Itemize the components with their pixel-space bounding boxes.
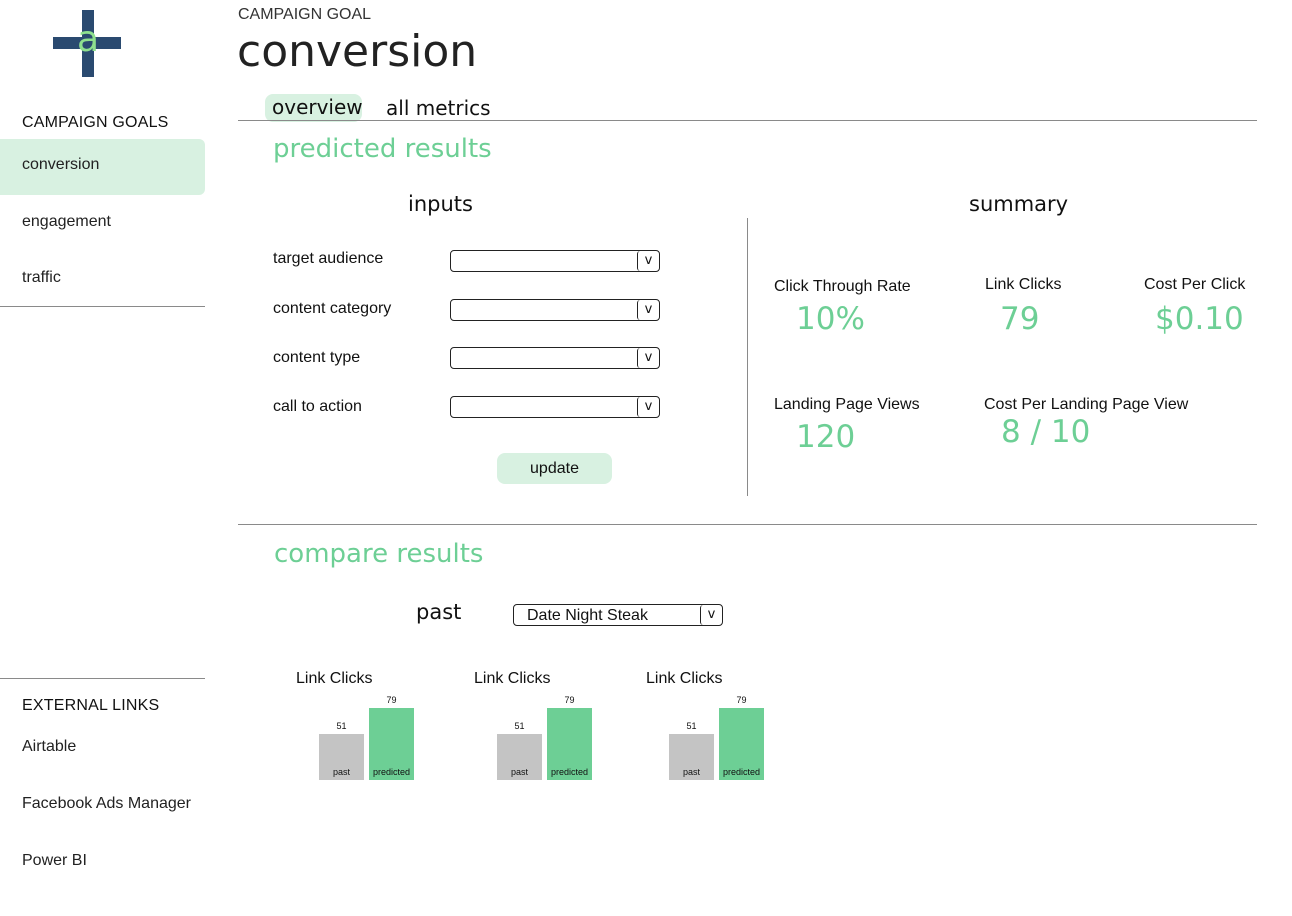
bar-predicted: predicted <box>369 708 414 780</box>
chevron-down-icon[interactable]: v <box>637 397 659 417</box>
section-divider <box>238 524 1257 525</box>
metric-lpv-label: Landing Page Views <box>774 396 920 413</box>
chevron-down-icon[interactable]: v <box>637 300 659 320</box>
chevron-down-icon[interactable]: v <box>637 348 659 368</box>
chevron-down-icon[interactable]: v <box>700 605 722 625</box>
sidebar-item-conversion[interactable]: conversion <box>22 156 99 174</box>
update-button[interactable]: update <box>497 453 612 484</box>
chart-title: Link Clicks <box>646 670 723 687</box>
bar-label: past <box>332 767 350 777</box>
metric-cplpv-label: Cost Per Landing Page View <box>984 396 1189 413</box>
chevron-down-icon[interactable]: v <box>637 251 659 271</box>
metric-cplpv-value: 8 / 10 <box>1001 414 1091 450</box>
campaign-goals-heading: CAMPAIGN GOALS <box>22 114 169 131</box>
content-type-label: content type <box>273 349 361 366</box>
logo-letter: a <box>76 19 100 60</box>
bar-past: past <box>669 734 714 780</box>
inputs-summary-divider <box>747 218 748 496</box>
call-to-action-select[interactable]: v <box>450 396 660 418</box>
external-link-facebook-ads-manager[interactable]: Facebook Ads Manager <box>22 795 191 813</box>
metric-lpv-value: 120 <box>796 419 856 455</box>
metric-link-clicks-value: 79 <box>1000 301 1040 337</box>
chart-title: Link Clicks <box>296 670 373 687</box>
sidebar-divider <box>0 678 205 679</box>
bar-value-label: 79 <box>564 695 575 705</box>
tabs-divider <box>238 120 1257 121</box>
link-clicks-chart: past 51 predicted 79 <box>669 690 765 780</box>
bar-label: predicted <box>722 767 761 777</box>
bar-predicted: predicted <box>547 708 592 780</box>
app-logo[interactable]: a <box>53 10 121 77</box>
predicted-results-title: predicted results <box>273 134 492 164</box>
bar-value-label: 51 <box>686 721 697 731</box>
tab-overview[interactable]: overview <box>272 95 363 119</box>
sidebar-item-engagement[interactable]: engagement <box>22 213 111 231</box>
content-category-select[interactable]: v <box>450 299 660 321</box>
bar-past: past <box>319 734 364 780</box>
external-link-power-bi[interactable]: Power BI <box>22 852 87 870</box>
target-audience-select[interactable]: v <box>450 250 660 272</box>
target-audience-label: target audience <box>273 250 384 267</box>
summary-title: summary <box>969 192 1069 216</box>
sidebar-divider <box>0 306 205 307</box>
metric-link-clicks-label: Link Clicks <box>985 276 1062 293</box>
chart-title: Link Clicks <box>474 670 551 687</box>
metric-ctr-label: Click Through Rate <box>774 278 911 295</box>
bar-label: past <box>682 767 700 777</box>
inputs-title: inputs <box>408 192 473 216</box>
bar-value-label: 51 <box>336 721 347 731</box>
campaign-goal-eyebrow: CAMPAIGN GOAL <box>238 6 372 23</box>
bar-label: predicted <box>550 767 589 777</box>
external-link-airtable[interactable]: Airtable <box>22 738 76 756</box>
content-type-select[interactable]: v <box>450 347 660 369</box>
sidebar-item-traffic[interactable]: traffic <box>22 269 61 287</box>
call-to-action-label: call to action <box>273 398 362 415</box>
content-category-label: content category <box>273 300 392 317</box>
link-clicks-chart: past 51 predicted 79 <box>497 690 593 780</box>
select-value: Date Night Steak <box>527 607 648 624</box>
compare-results-title: compare results <box>274 539 484 569</box>
bar-value-label: 79 <box>736 695 747 705</box>
bar-value-label: 79 <box>386 695 397 705</box>
metric-ctr-value: 10% <box>796 301 865 337</box>
past-campaign-select[interactable]: Date Night Steak v <box>513 604 723 626</box>
bar-predicted: predicted <box>719 708 764 780</box>
page-title: conversion <box>237 26 478 77</box>
bar-label: predicted <box>372 767 411 777</box>
metric-cpc-value: $0.10 <box>1155 301 1244 337</box>
external-links-heading: EXTERNAL LINKS <box>22 697 160 714</box>
metric-cpc-label: Cost Per Click <box>1144 276 1246 293</box>
link-clicks-chart: past 51 predicted 79 <box>319 690 415 780</box>
past-label: past <box>416 600 462 624</box>
bar-label: past <box>510 767 528 777</box>
tab-all-metrics[interactable]: all metrics <box>386 96 491 120</box>
bar-value-label: 51 <box>514 721 525 731</box>
bar-past: past <box>497 734 542 780</box>
